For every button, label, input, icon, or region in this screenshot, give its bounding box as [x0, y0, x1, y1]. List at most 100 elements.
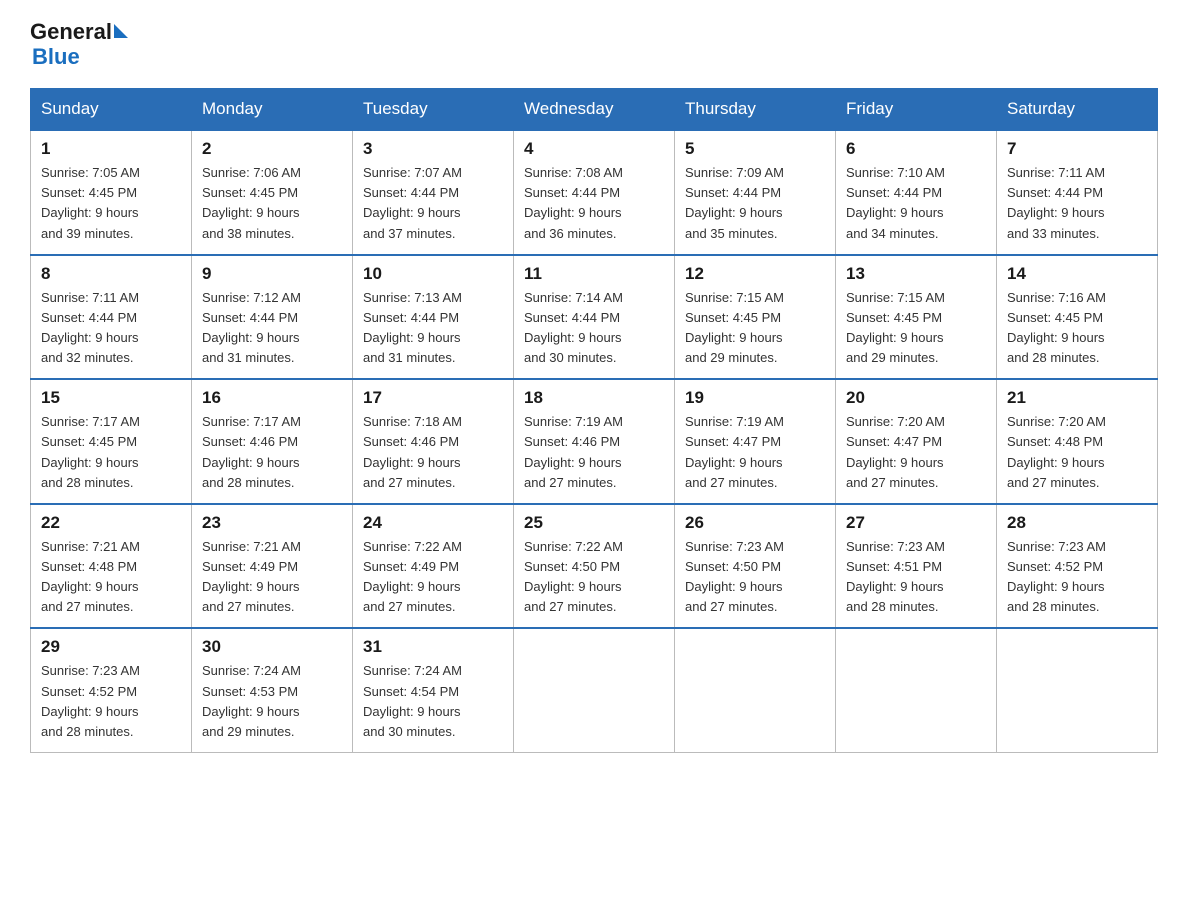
day-number: 29: [41, 637, 181, 657]
day-number: 10: [363, 264, 503, 284]
day-info: Sunrise: 7:19 AM Sunset: 4:47 PM Dayligh…: [685, 412, 825, 493]
day-cell: 21 Sunrise: 7:20 AM Sunset: 4:48 PM Dayl…: [997, 379, 1158, 504]
day-cell: 17 Sunrise: 7:18 AM Sunset: 4:46 PM Dayl…: [353, 379, 514, 504]
day-info: Sunrise: 7:24 AM Sunset: 4:53 PM Dayligh…: [202, 661, 342, 742]
day-cell: 28 Sunrise: 7:23 AM Sunset: 4:52 PM Dayl…: [997, 504, 1158, 629]
day-info: Sunrise: 7:19 AM Sunset: 4:46 PM Dayligh…: [524, 412, 664, 493]
weekday-header-monday: Monday: [192, 89, 353, 131]
day-cell: 18 Sunrise: 7:19 AM Sunset: 4:46 PM Dayl…: [514, 379, 675, 504]
logo-text-general: General: [30, 20, 112, 44]
day-info: Sunrise: 7:22 AM Sunset: 4:49 PM Dayligh…: [363, 537, 503, 618]
day-number: 25: [524, 513, 664, 533]
day-cell: 22 Sunrise: 7:21 AM Sunset: 4:48 PM Dayl…: [31, 504, 192, 629]
weekday-header-sunday: Sunday: [31, 89, 192, 131]
weekday-header-friday: Friday: [836, 89, 997, 131]
day-cell: 24 Sunrise: 7:22 AM Sunset: 4:49 PM Dayl…: [353, 504, 514, 629]
day-cell: 16 Sunrise: 7:17 AM Sunset: 4:46 PM Dayl…: [192, 379, 353, 504]
day-number: 19: [685, 388, 825, 408]
day-number: 15: [41, 388, 181, 408]
day-number: 1: [41, 139, 181, 159]
day-number: 27: [846, 513, 986, 533]
day-info: Sunrise: 7:15 AM Sunset: 4:45 PM Dayligh…: [846, 288, 986, 369]
day-info: Sunrise: 7:23 AM Sunset: 4:50 PM Dayligh…: [685, 537, 825, 618]
weekday-header-wednesday: Wednesday: [514, 89, 675, 131]
day-info: Sunrise: 7:21 AM Sunset: 4:49 PM Dayligh…: [202, 537, 342, 618]
day-cell: [997, 628, 1158, 752]
day-cell: 23 Sunrise: 7:21 AM Sunset: 4:49 PM Dayl…: [192, 504, 353, 629]
day-cell: [514, 628, 675, 752]
week-row-1: 1 Sunrise: 7:05 AM Sunset: 4:45 PM Dayli…: [31, 130, 1158, 255]
day-info: Sunrise: 7:18 AM Sunset: 4:46 PM Dayligh…: [363, 412, 503, 493]
day-cell: 5 Sunrise: 7:09 AM Sunset: 4:44 PM Dayli…: [675, 130, 836, 255]
day-info: Sunrise: 7:23 AM Sunset: 4:52 PM Dayligh…: [1007, 537, 1147, 618]
weekday-header-thursday: Thursday: [675, 89, 836, 131]
day-cell: 15 Sunrise: 7:17 AM Sunset: 4:45 PM Dayl…: [31, 379, 192, 504]
day-info: Sunrise: 7:07 AM Sunset: 4:44 PM Dayligh…: [363, 163, 503, 244]
day-info: Sunrise: 7:11 AM Sunset: 4:44 PM Dayligh…: [41, 288, 181, 369]
day-cell: 27 Sunrise: 7:23 AM Sunset: 4:51 PM Dayl…: [836, 504, 997, 629]
day-info: Sunrise: 7:11 AM Sunset: 4:44 PM Dayligh…: [1007, 163, 1147, 244]
day-info: Sunrise: 7:13 AM Sunset: 4:44 PM Dayligh…: [363, 288, 503, 369]
day-cell: 4 Sunrise: 7:08 AM Sunset: 4:44 PM Dayli…: [514, 130, 675, 255]
day-cell: 20 Sunrise: 7:20 AM Sunset: 4:47 PM Dayl…: [836, 379, 997, 504]
day-cell: 11 Sunrise: 7:14 AM Sunset: 4:44 PM Dayl…: [514, 255, 675, 380]
day-info: Sunrise: 7:12 AM Sunset: 4:44 PM Dayligh…: [202, 288, 342, 369]
logo: General Blue: [30, 20, 128, 70]
day-cell: 31 Sunrise: 7:24 AM Sunset: 4:54 PM Dayl…: [353, 628, 514, 752]
day-number: 17: [363, 388, 503, 408]
day-number: 14: [1007, 264, 1147, 284]
day-info: Sunrise: 7:20 AM Sunset: 4:47 PM Dayligh…: [846, 412, 986, 493]
day-cell: 25 Sunrise: 7:22 AM Sunset: 4:50 PM Dayl…: [514, 504, 675, 629]
weekday-header-tuesday: Tuesday: [353, 89, 514, 131]
day-info: Sunrise: 7:17 AM Sunset: 4:46 PM Dayligh…: [202, 412, 342, 493]
day-number: 8: [41, 264, 181, 284]
day-number: 5: [685, 139, 825, 159]
week-row-2: 8 Sunrise: 7:11 AM Sunset: 4:44 PM Dayli…: [31, 255, 1158, 380]
week-row-3: 15 Sunrise: 7:17 AM Sunset: 4:45 PM Dayl…: [31, 379, 1158, 504]
day-number: 4: [524, 139, 664, 159]
day-info: Sunrise: 7:10 AM Sunset: 4:44 PM Dayligh…: [846, 163, 986, 244]
day-cell: 30 Sunrise: 7:24 AM Sunset: 4:53 PM Dayl…: [192, 628, 353, 752]
day-cell: 13 Sunrise: 7:15 AM Sunset: 4:45 PM Dayl…: [836, 255, 997, 380]
day-number: 7: [1007, 139, 1147, 159]
day-cell: [675, 628, 836, 752]
day-cell: 19 Sunrise: 7:19 AM Sunset: 4:47 PM Dayl…: [675, 379, 836, 504]
day-number: 9: [202, 264, 342, 284]
day-cell: 7 Sunrise: 7:11 AM Sunset: 4:44 PM Dayli…: [997, 130, 1158, 255]
day-info: Sunrise: 7:24 AM Sunset: 4:54 PM Dayligh…: [363, 661, 503, 742]
logo-text-blue: Blue: [32, 44, 128, 70]
day-number: 11: [524, 264, 664, 284]
day-number: 31: [363, 637, 503, 657]
day-number: 6: [846, 139, 986, 159]
day-info: Sunrise: 7:09 AM Sunset: 4:44 PM Dayligh…: [685, 163, 825, 244]
day-cell: 2 Sunrise: 7:06 AM Sunset: 4:45 PM Dayli…: [192, 130, 353, 255]
day-info: Sunrise: 7:22 AM Sunset: 4:50 PM Dayligh…: [524, 537, 664, 618]
weekday-header-saturday: Saturday: [997, 89, 1158, 131]
day-info: Sunrise: 7:05 AM Sunset: 4:45 PM Dayligh…: [41, 163, 181, 244]
day-number: 23: [202, 513, 342, 533]
day-number: 2: [202, 139, 342, 159]
day-info: Sunrise: 7:14 AM Sunset: 4:44 PM Dayligh…: [524, 288, 664, 369]
day-number: 22: [41, 513, 181, 533]
day-cell: 8 Sunrise: 7:11 AM Sunset: 4:44 PM Dayli…: [31, 255, 192, 380]
day-number: 24: [363, 513, 503, 533]
day-info: Sunrise: 7:17 AM Sunset: 4:45 PM Dayligh…: [41, 412, 181, 493]
day-number: 18: [524, 388, 664, 408]
day-cell: 12 Sunrise: 7:15 AM Sunset: 4:45 PM Dayl…: [675, 255, 836, 380]
day-cell: 10 Sunrise: 7:13 AM Sunset: 4:44 PM Dayl…: [353, 255, 514, 380]
day-info: Sunrise: 7:15 AM Sunset: 4:45 PM Dayligh…: [685, 288, 825, 369]
day-info: Sunrise: 7:16 AM Sunset: 4:45 PM Dayligh…: [1007, 288, 1147, 369]
day-cell: [836, 628, 997, 752]
day-number: 28: [1007, 513, 1147, 533]
day-cell: 26 Sunrise: 7:23 AM Sunset: 4:50 PM Dayl…: [675, 504, 836, 629]
week-row-5: 29 Sunrise: 7:23 AM Sunset: 4:52 PM Dayl…: [31, 628, 1158, 752]
page-header: General Blue: [30, 20, 1158, 70]
day-number: 13: [846, 264, 986, 284]
day-cell: 3 Sunrise: 7:07 AM Sunset: 4:44 PM Dayli…: [353, 130, 514, 255]
logo-triangle-icon: [114, 24, 128, 38]
day-number: 26: [685, 513, 825, 533]
weekday-header-row: SundayMondayTuesdayWednesdayThursdayFrid…: [31, 89, 1158, 131]
day-cell: 29 Sunrise: 7:23 AM Sunset: 4:52 PM Dayl…: [31, 628, 192, 752]
day-info: Sunrise: 7:20 AM Sunset: 4:48 PM Dayligh…: [1007, 412, 1147, 493]
day-number: 3: [363, 139, 503, 159]
